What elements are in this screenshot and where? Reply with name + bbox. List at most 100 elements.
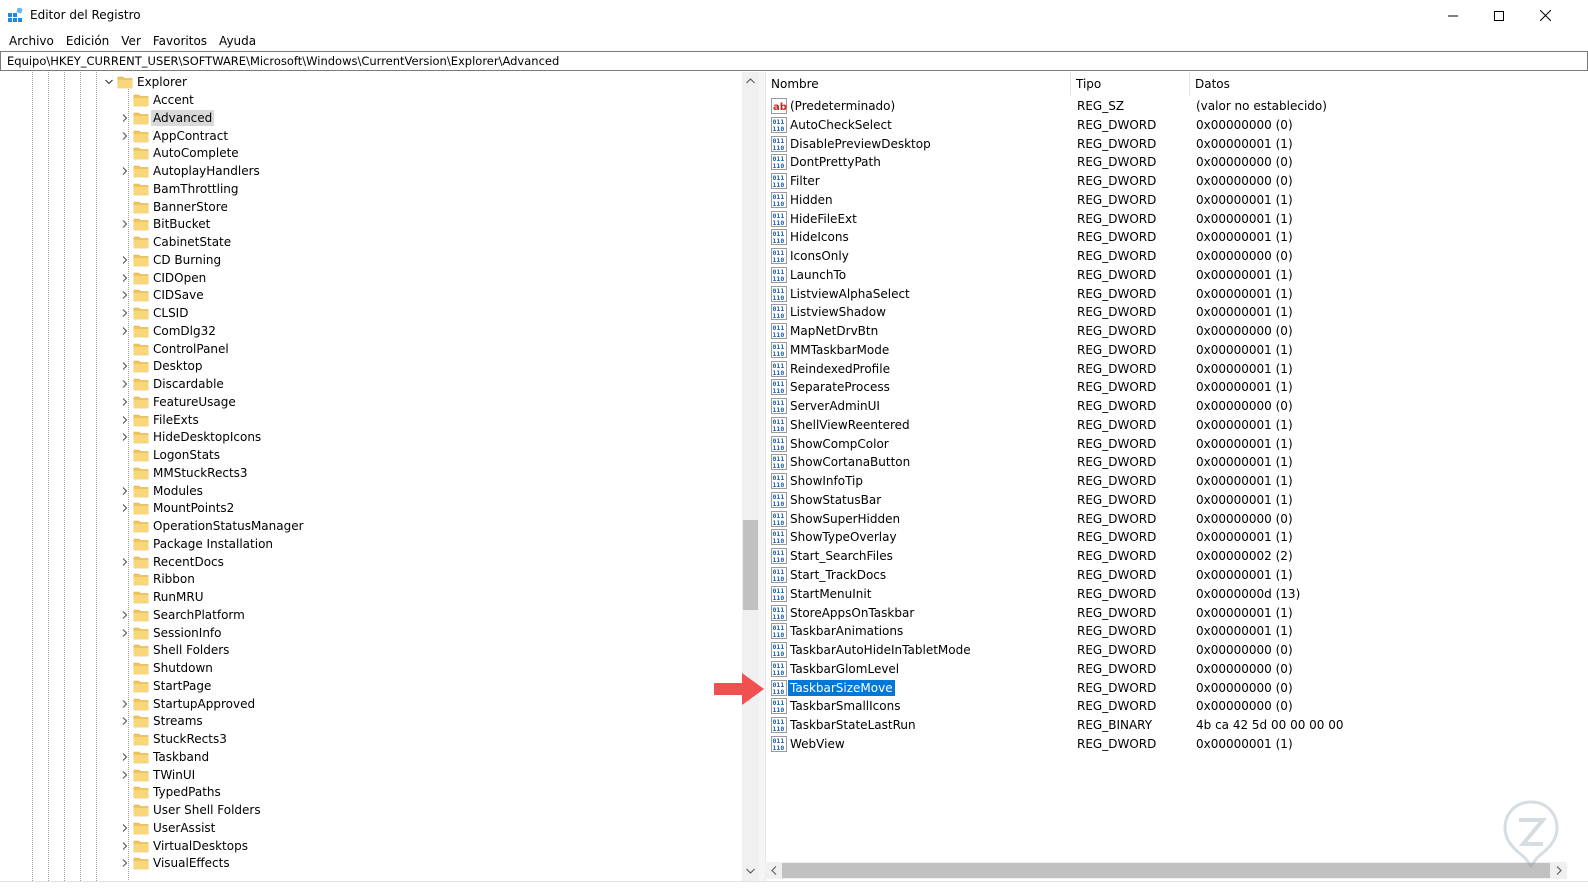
value-row[interactable]: 011 110 ShowCompColor REG_DWORD 0x00000001 (… <box>766 435 1567 453</box>
tree-item[interactable]: Modules <box>1 482 741 500</box>
menu-item-favoritos[interactable]: Favoritos <box>147 31 213 51</box>
address-path[interactable]: Equipo\HKEY_CURRENT_USER\SOFTWARE\Micros… <box>7 54 559 68</box>
value-row[interactable]: 011 110 WebView REG_DWORD 0x00000001 (1) <box>766 735 1567 753</box>
values-horizontal-scrollbar[interactable] <box>765 862 1567 879</box>
maximize-button[interactable] <box>1476 0 1522 31</box>
close-button[interactable] <box>1522 0 1568 31</box>
value-row[interactable]: 011 110 StoreAppsOnTaskbar REG_DWORD 0x00000… <box>766 604 1567 622</box>
value-row[interactable]: 011 110 DisablePreviewDesktop REG_DWORD 0x00… <box>766 135 1567 153</box>
values-list[interactable]: Nombre Tipo Datos ab (Predeterminado) REG_… <box>765 72 1567 881</box>
chevron-right-icon[interactable] <box>121 291 129 300</box>
tree-item[interactable]: BitBucket <box>1 215 741 233</box>
value-row[interactable]: 011 110 Filter REG_DWORD 0x00000000 (0) <box>766 172 1567 190</box>
tree-item[interactable]: HideDesktopIcons <box>1 428 741 446</box>
value-row[interactable]: 011 110 ShowInfoTip REG_DWORD 0x00000001 (1) <box>766 472 1567 490</box>
tree-item[interactable]: UserAssist <box>1 819 741 837</box>
chevron-right-icon[interactable] <box>121 273 129 282</box>
chevron-right-icon[interactable] <box>121 557 129 566</box>
chevron-right-icon[interactable] <box>121 131 129 140</box>
tree-item[interactable]: StartupApproved <box>1 695 741 713</box>
chevron-right-icon[interactable] <box>121 699 129 708</box>
tree-item[interactable]: MountPoints2 <box>1 499 741 517</box>
value-row[interactable]: 011 110 TaskbarSizeMove REG_DWORD 0x00000000… <box>766 679 1567 697</box>
value-row[interactable]: 011 110 ShellViewReentered REG_DWORD 0x00000… <box>766 416 1567 434</box>
tree-item[interactable]: CIDSave <box>1 286 741 304</box>
chevron-right-icon[interactable] <box>121 255 129 264</box>
tree-item[interactable]: AutoComplete <box>1 144 741 162</box>
chevron-right-icon[interactable] <box>121 113 129 122</box>
menu-item-ver[interactable]: Ver <box>115 31 147 51</box>
tree-item[interactable]: Package Installation <box>1 535 741 553</box>
value-row[interactable]: 011 110 MMTaskbarMode REG_DWORD 0x00000001 (… <box>766 341 1567 359</box>
value-row[interactable]: 011 110 Start_SearchFiles REG_DWORD 0x000000… <box>766 547 1567 565</box>
value-row[interactable]: 011 110 TaskbarSmallIcons REG_DWORD 0x000000… <box>766 697 1567 715</box>
chevron-right-icon[interactable] <box>121 841 129 850</box>
chevron-right-icon[interactable] <box>121 504 129 513</box>
tree-item[interactable]: AutoplayHandlers <box>1 162 741 180</box>
tree-item[interactable]: Discardable <box>1 375 741 393</box>
value-row[interactable]: 011 110 ListviewAlphaSelect REG_DWORD 0x0000… <box>766 285 1567 303</box>
chevron-right-icon[interactable] <box>121 397 129 406</box>
tree-item[interactable]: CabinetState <box>1 233 741 251</box>
tree-item[interactable]: StartPage <box>1 677 741 695</box>
tree-item[interactable]: BannerStore <box>1 198 741 216</box>
column-header-name[interactable]: Nombre <box>766 72 1071 96</box>
scroll-thumb[interactable] <box>782 863 1550 878</box>
value-row[interactable]: 011 110 ShowCortanaButton REG_DWORD 0x000000… <box>766 453 1567 471</box>
value-row[interactable]: 011 110 StartMenuInit REG_DWORD 0x0000000d (… <box>766 585 1567 603</box>
value-row[interactable]: 011 110 HideFileExt REG_DWORD 0x00000001 (1) <box>766 210 1567 228</box>
chevron-right-icon[interactable] <box>121 433 129 442</box>
tree-item[interactable]: Advanced <box>1 109 741 127</box>
tree-item[interactable]: Taskband <box>1 748 741 766</box>
value-row[interactable]: 011 110 ShowSuperHidden REG_DWORD 0x00000000… <box>766 510 1567 528</box>
tree-item[interactable]: VirtualDesktops <box>1 837 741 855</box>
tree-item[interactable]: VisualEffects <box>1 854 741 872</box>
menu-item-edicin[interactable]: Edición <box>60 31 115 51</box>
value-row[interactable]: 011 110 TaskbarAnimations REG_DWORD 0x000000… <box>766 622 1567 640</box>
tree-item[interactable]: User Shell Folders <box>1 801 741 819</box>
tree-item[interactable]: FeatureUsage <box>1 393 741 411</box>
tree-item[interactable]: Accent <box>1 91 741 109</box>
chevron-right-icon[interactable] <box>121 823 129 832</box>
chevron-right-icon[interactable] <box>121 610 129 619</box>
value-row[interactable]: 011 110 TaskbarGlomLevel REG_DWORD 0x0000000… <box>766 660 1567 678</box>
tree-item[interactable]: RecentDocs <box>1 553 741 571</box>
tree-item[interactable]: AppContract <box>1 127 741 145</box>
tree-item[interactable]: SearchPlatform <box>1 606 741 624</box>
value-row[interactable]: 011 110 AutoCheckSelect REG_DWORD 0x00000000… <box>766 116 1567 134</box>
value-row[interactable]: 011 110 IconsOnly REG_DWORD 0x00000000 (0) <box>766 247 1567 265</box>
tree-item[interactable]: BamThrottling <box>1 180 741 198</box>
tree-item[interactable]: Shutdown <box>1 659 741 677</box>
value-row[interactable]: ab (Predeterminado) REG_SZ (valor no establ… <box>766 97 1567 115</box>
value-row[interactable]: 011 110 ShowStatusBar REG_DWORD 0x00000001 (… <box>766 491 1567 509</box>
column-header-data[interactable]: Datos <box>1190 72 1567 96</box>
tree-item[interactable]: Desktop <box>1 357 741 375</box>
value-row[interactable]: 011 110 ShowTypeOverlay REG_DWORD 0x00000001… <box>766 528 1567 546</box>
value-row[interactable]: 011 110 LaunchTo REG_DWORD 0x00000001 (1) <box>766 266 1567 284</box>
chevron-right-icon[interactable] <box>121 859 129 868</box>
address-bar[interactable]: Equipo\HKEY_CURRENT_USER\SOFTWARE\Micros… <box>0 51 1588 71</box>
tree-item[interactable]: StuckRects3 <box>1 730 741 748</box>
tree-item[interactable]: TWinUI <box>1 766 741 784</box>
value-row[interactable]: 011 110 ServerAdminUI REG_DWORD 0x00000000 (… <box>766 397 1567 415</box>
value-row[interactable]: 011 110 SeparateProcess REG_DWORD 0x00000001… <box>766 378 1567 396</box>
tree-item[interactable]: FileExts <box>1 411 741 429</box>
value-row[interactable]: 011 110 ReindexedProfile REG_DWORD 0x0000000… <box>766 360 1567 378</box>
minimize-button[interactable] <box>1430 0 1476 31</box>
tree-item[interactable]: Shell Folders <box>1 641 741 659</box>
chevron-right-icon[interactable] <box>121 220 129 229</box>
chevron-right-icon[interactable] <box>121 717 129 726</box>
value-row[interactable]: 011 110 Hidden REG_DWORD 0x00000001 (1) <box>766 191 1567 209</box>
chevron-right-icon[interactable] <box>121 167 129 175</box>
value-row[interactable]: 011 110 Start_TrackDocs REG_DWORD 0x00000001… <box>766 566 1567 584</box>
chevron-right-icon[interactable] <box>121 309 129 317</box>
tree-item[interactable]: CIDOpen <box>1 269 741 287</box>
chevron-right-icon[interactable] <box>121 380 129 388</box>
tree-item[interactable]: Ribbon <box>1 570 741 588</box>
tree-vertical-scrollbar[interactable] <box>742 72 759 881</box>
tree-item[interactable]: TypedPaths <box>1 783 741 801</box>
key-tree[interactable]: Explorer Accent Advanced AppContract AutoCo… <box>1 72 757 881</box>
column-header-type[interactable]: Tipo <box>1071 72 1190 96</box>
chevron-right-icon[interactable] <box>121 415 129 424</box>
tree-item[interactable]: SessionInfo <box>1 624 741 642</box>
